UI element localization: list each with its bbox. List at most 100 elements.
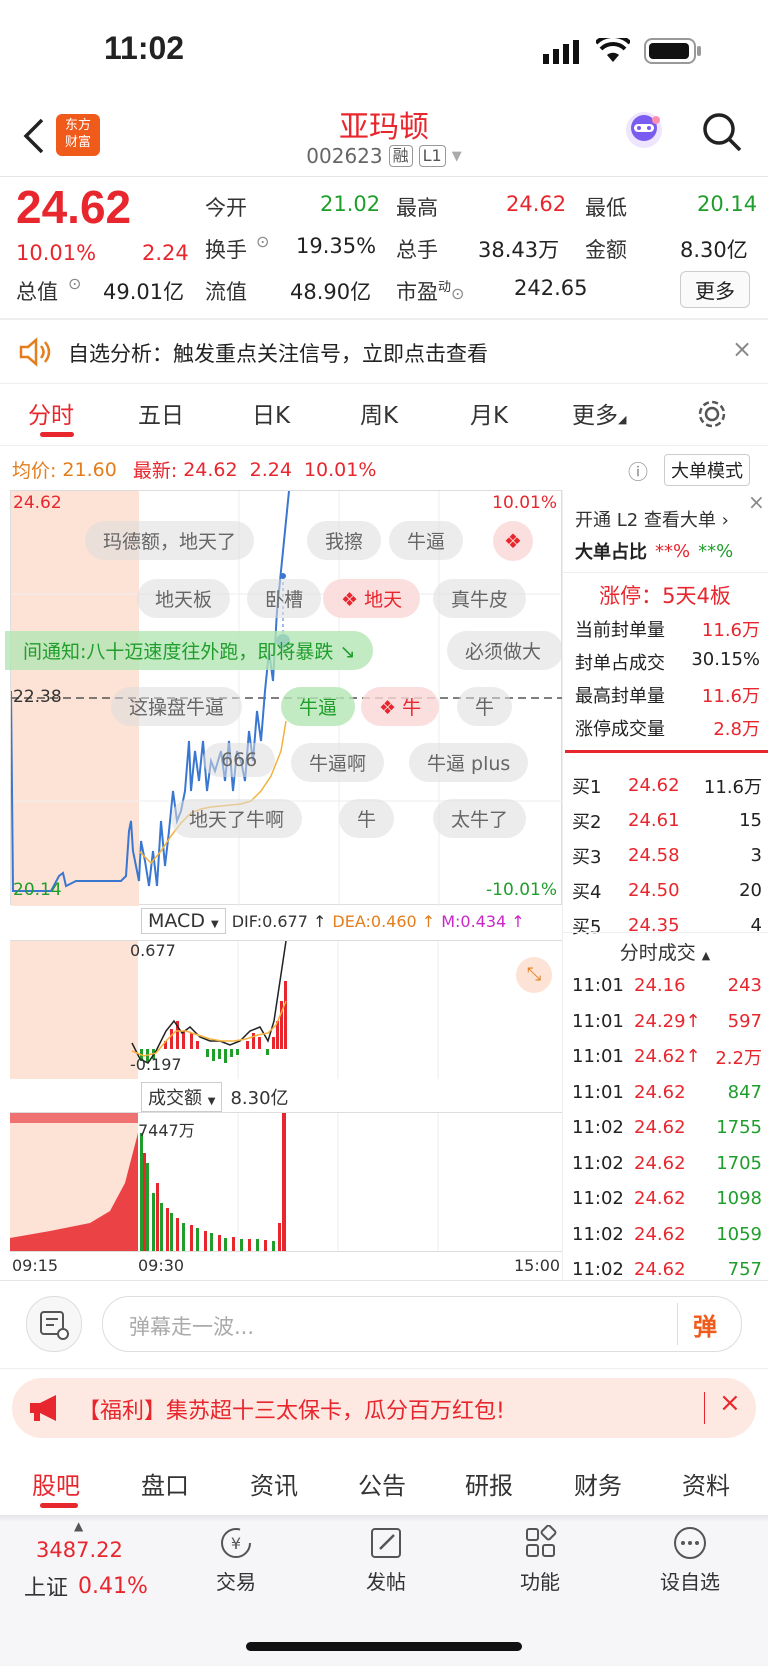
nav-trade[interactable]: ¥ 交易 <box>186 1525 286 1595</box>
tab-announcements[interactable]: 公告 <box>358 1466 406 1501</box>
volume-total: 8.30亿 <box>230 1088 289 1109</box>
bid-price: 24.58 <box>628 845 680 866</box>
close-icon[interactable]: × <box>732 335 752 363</box>
tick-row: 11:02 24.62 1059 <box>572 1217 762 1253</box>
tick-row: 11:01 24.16 243 <box>572 968 762 1004</box>
big-ratio-red: **% <box>655 540 691 562</box>
danmu-bubble: 牛逼 plus <box>409 743 529 782</box>
index-summary[interactable]: 上证 0.41% <box>24 1570 148 1602</box>
tab-profile[interactable]: 资料 <box>682 1466 730 1501</box>
nav-add-watchlist[interactable]: 设自选 <box>640 1525 740 1595</box>
latest-change: 2.24 <box>249 458 292 481</box>
bid-volume: 20 <box>739 880 762 901</box>
stock-header: 东方 财富 亚玛顿 002623 融 L1 ▼ <box>0 100 768 176</box>
fire-cracker-icon: ❖ <box>493 521 533 561</box>
tab-more[interactable]: 更多◢ <box>572 396 626 430</box>
danmu-input[interactable]: 弹幕走一波... 弹 <box>102 1296 742 1352</box>
tick-row: 11:02 24.62 1705 <box>572 1146 762 1182</box>
tick-volume: 243 <box>727 975 762 997</box>
tab-more-label: 更多 <box>572 403 618 429</box>
danmu-text: 地天 <box>364 589 403 611</box>
volume-label: 总手 <box>396 238 438 262</box>
info-icon[interactable]: ⊙ <box>256 232 269 251</box>
tab-weekly-k[interactable]: 周K <box>360 396 398 430</box>
macd-chart[interactable]: 0.677 -0.197 ⤡ <box>10 940 562 1079</box>
danmu-bubble: 地天了牛啊 <box>171 799 303 838</box>
danmu-bubble: 牛逼 <box>389 521 464 560</box>
margin-tag: 融 <box>388 145 413 167</box>
danmu-bubble: 我擦 <box>307 521 382 560</box>
macd-selector[interactable]: MACD ▼ <box>141 908 226 934</box>
danmu-text: 牛 <box>402 697 422 719</box>
danmu-bubble: 地天板 <box>137 579 231 618</box>
ticks-title[interactable]: 分时成交 ▲ <box>562 938 768 965</box>
change-percent: 10.01% <box>16 241 97 265</box>
signal-icon <box>543 40 579 64</box>
info-icon[interactable]: ⊙ <box>451 284 464 303</box>
volume-chart[interactable]: 7447万 <box>10 1112 562 1252</box>
notice-bar[interactable]: 自选分析：触发重点关注信号，立即点击查看 × <box>0 321 768 383</box>
big-order-mode-button[interactable]: 大单模式 <box>664 454 750 486</box>
close-icon[interactable]: × <box>719 1388 741 1418</box>
volume-label: 成交额 <box>148 1088 202 1109</box>
active-tab-indicator <box>40 432 74 437</box>
tick-volume: 597 <box>727 1010 762 1032</box>
volume-header: 成交额 ▼ 8.30亿 <box>141 1082 289 1112</box>
volume-selector[interactable]: 成交额 ▼ <box>141 1082 223 1112</box>
macd-chart-svg <box>10 941 439 1079</box>
close-icon[interactable]: × <box>748 490 765 514</box>
robot-assistant-icon[interactable] <box>622 108 666 152</box>
macd-top-value: 0.677 <box>130 941 176 960</box>
nav-post[interactable]: 发帖 <box>336 1525 436 1595</box>
search-icon[interactable] <box>700 110 744 154</box>
stat-value: 11.6万 <box>701 686 760 707</box>
info-icon[interactable]: ⊙ <box>68 274 81 293</box>
macd-label: MACD <box>148 910 205 932</box>
avg-label: 均价: <box>12 460 57 482</box>
nav-trade-label: 交易 <box>216 1570 256 1594</box>
megaphone-icon <box>30 1395 56 1421</box>
tick-price: 24.62 <box>634 1259 686 1281</box>
danmu-settings-button[interactable] <box>26 1296 82 1352</box>
index-percent: 0.41% <box>78 1573 148 1599</box>
tab-research[interactable]: 研报 <box>465 1466 513 1501</box>
high-value: 24.62 <box>506 192 567 216</box>
tick-price: 24.62 <box>634 1152 686 1174</box>
current-price: 24.62 <box>16 181 132 233</box>
nav-functions[interactable]: 功能 <box>490 1524 590 1595</box>
tab-monthly-k[interactable]: 月K <box>470 396 508 430</box>
tab-news[interactable]: 资讯 <box>250 1466 298 1501</box>
ticks-title-text: 分时成交 <box>619 942 696 964</box>
chart-bottom-right-pct: -10.01% <box>486 880 557 900</box>
expand-icon[interactable]: ⤡ <box>516 957 552 993</box>
danmu-bubble: 卧槽 <box>247 579 322 618</box>
open-l2-link[interactable]: 开通 L2 查看大单 › <box>575 506 729 532</box>
index-value[interactable]: 3487.22 <box>36 1538 123 1562</box>
stat-row: 最高封单量 11.6万 <box>575 682 760 708</box>
bid-price: 24.62 <box>628 775 680 796</box>
macd-header: MACD ▼ DIF:0.677 ↑ DEA:0.460 ↑ M:0.434 ↑ <box>141 908 525 934</box>
danmu-bubble: 牛 <box>339 799 395 838</box>
chart-down-icon: ↘ <box>339 641 356 663</box>
volume-chart-svg <box>10 1113 439 1251</box>
promo-banner[interactable]: 【福利】集苏超十三太保卡，瓜分百万红包! × <box>12 1378 756 1438</box>
tab-finance[interactable]: 财务 <box>574 1466 622 1501</box>
collapse-arrow-icon[interactable]: ▲ <box>74 1519 83 1533</box>
danmu-send-icon[interactable]: 弹 <box>693 1307 717 1342</box>
time-axis-start: 09:15 <box>12 1256 59 1275</box>
intraday-chart[interactable]: 24.62 10.01% 22.38 20.14 -10.01% 玛德额，地天了… <box>5 490 563 906</box>
notice-text: 自选分析：触发重点关注信号，立即点击查看 <box>68 342 488 366</box>
big-order-ratio: 大单占比 **% **% <box>575 538 733 564</box>
tab-daily-k[interactable]: 日K <box>252 396 290 430</box>
tab-intraday[interactable]: 分时 <box>28 396 74 430</box>
tab-five-day[interactable]: 五日 <box>138 396 184 430</box>
settings-gear-icon[interactable] <box>696 398 728 430</box>
fire-cracker-icon: ❖ <box>341 589 365 611</box>
change-amount: 2.24 <box>142 241 189 265</box>
help-icon[interactable]: ⓘ <box>628 456 648 485</box>
more-button[interactable]: 更多 <box>680 271 750 308</box>
danmu-bubble: 牛逼 <box>281 687 356 726</box>
danmu-settings-icon <box>40 1311 69 1340</box>
tab-guba[interactable]: 股吧 <box>32 1466 80 1501</box>
tab-pankou[interactable]: 盘口 <box>141 1466 189 1501</box>
